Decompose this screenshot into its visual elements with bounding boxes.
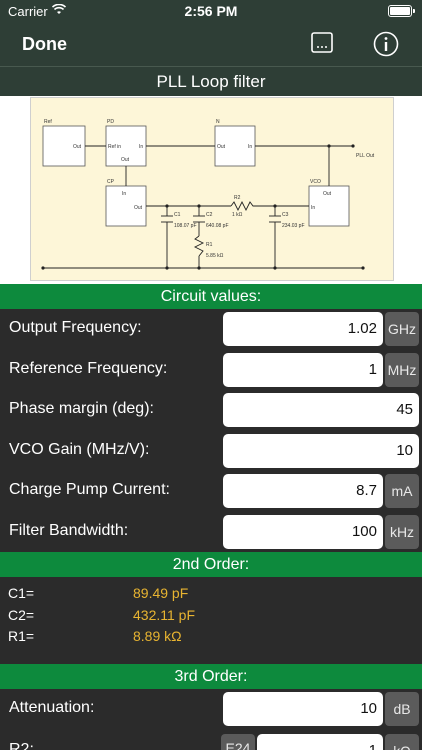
reference-frequency-row: Reference Frequency: 1 MHz [0, 350, 422, 390]
n-in-label: In [248, 144, 252, 150]
loop-filter-schematic: Ref Out PD Ref in In Out N Out In CP In … [30, 97, 394, 281]
vco-gain-row: VCO Gain (MHz/V): 10 [0, 431, 422, 471]
c1-label: C1 [174, 212, 181, 218]
filter-bandwidth-unit-button[interactable]: kHz [385, 515, 419, 549]
n-label: N [216, 119, 220, 125]
r2-unit-button[interactable]: kΩ [385, 734, 419, 750]
info-icon[interactable] [373, 31, 399, 57]
second-order-results: C1= 89.49 pF C2= 432.11 pF R1= 8.89 kΩ [0, 577, 422, 664]
c2-value: 640.08 pF [206, 223, 229, 229]
r2-value: 1 kΩ [232, 212, 243, 218]
e24-series-button[interactable]: E24 [221, 734, 255, 750]
result-c1-value: 89.49 pF [133, 585, 189, 601]
r1-label: R1 [206, 242, 213, 248]
phase-margin-row: Phase margin (deg): 45 [0, 390, 422, 430]
battery-icon [388, 5, 415, 17]
attenuation-unit-button[interactable]: dB [385, 692, 419, 726]
reference-frequency-input[interactable]: 1 [223, 353, 383, 387]
pd-label: PD [107, 119, 114, 125]
reference-frequency-unit-button[interactable]: MHz [385, 353, 419, 387]
r2-input[interactable]: 1 [257, 734, 383, 750]
output-frequency-input[interactable]: 1.02 [223, 312, 383, 346]
second-order-header: 2nd Order: [0, 552, 422, 577]
ref-out-label: Out [73, 144, 82, 150]
cp-label: CP [107, 179, 115, 185]
pd-out-label: Out [121, 157, 130, 163]
result-c1-key: C1= [8, 585, 35, 601]
filter-bandwidth-label: Filter Bandwidth: [9, 522, 129, 539]
pd-in-label: In [139, 144, 143, 150]
circuit-values-header: Circuit values: [0, 284, 422, 309]
c3-label: C3 [282, 212, 289, 218]
output-frequency-row: Output Frequency: 1.02 GHz [0, 309, 422, 349]
reference-frequency-label: Reference Frequency: [9, 360, 168, 377]
r2-label: R2: [9, 741, 34, 750]
diagram-panel: Ref Out PD Ref in In Out N Out In CP In … [0, 96, 422, 284]
vco-in-label: In [311, 205, 315, 211]
filter-bandwidth-input[interactable]: 100 [223, 515, 383, 549]
attenuation-label: Attenuation: [9, 699, 95, 716]
output-frequency-label: Output Frequency: [9, 319, 142, 336]
vco-label: VCO [310, 179, 321, 185]
cp-in-label: In [122, 191, 126, 197]
vco-out-label: Out [323, 191, 332, 197]
phase-margin-input[interactable]: 45 [223, 393, 419, 427]
pd-refin-label: Ref in [108, 144, 121, 150]
output-frequency-unit-button[interactable]: GHz [385, 312, 419, 346]
ref-label: Ref [44, 119, 52, 125]
vco-gain-input[interactable]: 10 [223, 434, 419, 468]
status-bar: Carrier 2:56 PM [0, 0, 422, 22]
clock: 2:56 PM [184, 3, 238, 19]
page-title: PLL Loop filter [0, 66, 422, 97]
charge-pump-current-label: Charge Pump Current: [9, 481, 170, 498]
charge-pump-current-input[interactable]: 8.7 [223, 474, 383, 508]
third-order-form: Attenuation: 10 dB R2: E24 1 kΩ [0, 689, 422, 750]
r2-label: R2 [234, 195, 241, 201]
navigation-bar: Done [0, 22, 422, 66]
circuit-values-form: Output Frequency: 1.02 GHz Reference Fre… [0, 309, 422, 552]
c1-value: 108.07 pF [174, 223, 197, 229]
result-r1-key: R1= [8, 628, 35, 644]
charge-pump-current-row: Charge Pump Current: 8.7 mA [0, 471, 422, 511]
c2-label: C2 [206, 212, 213, 218]
n-out-label: Out [217, 144, 226, 150]
c3-value: 234.03 pF [282, 223, 305, 229]
result-c2-key: C2= [8, 607, 35, 623]
r1-value: 5.85 kΩ [206, 253, 224, 259]
attenuation-input[interactable]: 10 [223, 692, 383, 726]
cp-out-label: Out [134, 205, 143, 211]
attenuation-row: Attenuation: 10 dB [0, 689, 422, 729]
vco-gain-label: VCO Gain (MHz/V): [9, 441, 150, 458]
phase-margin-label: Phase margin (deg): [9, 400, 154, 417]
done-button[interactable]: Done [22, 34, 67, 55]
r2-row: R2: E24 1 kΩ [0, 731, 422, 750]
filter-bandwidth-row: Filter Bandwidth: 100 kHz [0, 512, 422, 552]
third-order-header: 3rd Order: [0, 664, 422, 689]
screenshot-icon[interactable] [310, 31, 334, 55]
result-r1-value: 8.89 kΩ [133, 628, 182, 644]
charge-pump-current-unit-button[interactable]: mA [385, 474, 419, 508]
result-c2-value: 432.11 pF [133, 607, 196, 623]
pll-out-label: PLL Out [356, 153, 375, 159]
